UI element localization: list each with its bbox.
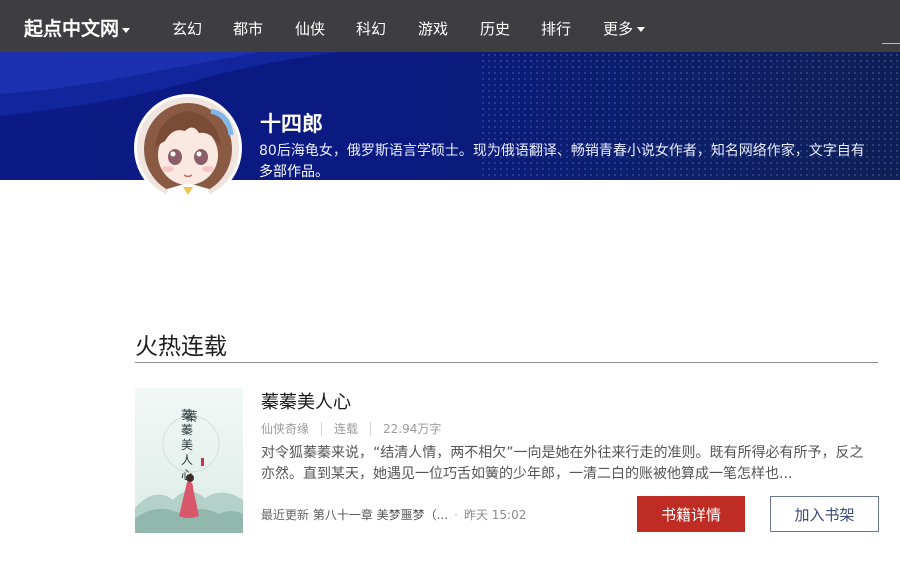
- nav-item-xuanhuan[interactable]: 玄幻: [172, 18, 202, 39]
- latest-update-label: 最近更新: [261, 508, 310, 522]
- author-bio-line: 多部作品。: [259, 164, 329, 180]
- author-name: 十四郎: [260, 112, 323, 136]
- book-word-count: 22.94万字: [383, 422, 442, 436]
- site-logo-text: 起点中文网: [24, 18, 120, 40]
- book-meta: 仙侠奇缘 连载 22.94万字: [261, 420, 441, 437]
- cover-title: 蓁蓁美人心: [181, 408, 194, 482]
- meta-divider: [370, 421, 372, 436]
- book-title[interactable]: 蓁蓁美人心: [261, 388, 351, 414]
- meta-divider: [321, 421, 323, 436]
- book-genre[interactable]: 仙侠奇缘: [261, 420, 309, 437]
- chevron-down-icon: [637, 27, 646, 32]
- nav-item-kehuan[interactable]: 科幻: [356, 18, 386, 39]
- nav-item-paihang[interactable]: 排行: [541, 18, 571, 39]
- book-detail-button[interactable]: 书籍详情: [637, 496, 745, 532]
- search-underline[interactable]: [882, 43, 900, 44]
- nav-item-dushi[interactable]: 都市: [233, 18, 263, 39]
- latest-chapter-link[interactable]: 第八十一章 美梦噩梦（...: [313, 508, 448, 522]
- section-divider: [135, 362, 878, 363]
- nav-item-youxi[interactable]: 游戏: [418, 18, 448, 39]
- nav-item-lishi[interactable]: 历史: [480, 18, 510, 39]
- author-bio-line: 80后海龟女，俄罗斯语言学硕士。现为俄语翻译、畅销青春小说女作者，知名网络作家，…: [259, 143, 865, 159]
- nav-item-more[interactable]: 更多: [603, 18, 646, 39]
- author-bio: 80后海龟女，俄罗斯语言学硕士。现为俄语翻译、畅销青春小说女作者，知名网络作家，…: [259, 141, 900, 183]
- nav-more-label: 更多: [603, 20, 634, 38]
- book-status: 连载: [334, 422, 359, 436]
- section-title: 火热连载: [135, 334, 227, 360]
- dot-separator: ·: [454, 508, 458, 522]
- book-description: 对令狐蓁蓁来说，“结清人情，两不相欠”一向是她在外往来行走的准则。既有所得必有所…: [261, 445, 864, 482]
- nav-item-xianxia[interactable]: 仙侠: [295, 18, 325, 39]
- author-avatar[interactable]: [134, 94, 242, 202]
- top-navbar: 起点中文网 玄幻 都市 仙侠 科幻 游戏 历史 排行 更多: [0, 0, 900, 52]
- latest-update: 最近更新 第八十一章 美梦噩梦（... · 昨天 15:02: [261, 506, 526, 523]
- latest-update-time: 昨天 15:02: [463, 508, 527, 522]
- add-to-bookshelf-button[interactable]: 加入书架: [770, 496, 879, 532]
- chevron-down-icon: [122, 27, 131, 33]
- book-cover[interactable]: 蓁 蓁蓁美人心: [135, 388, 243, 533]
- site-logo[interactable]: 起点中文网: [24, 14, 131, 41]
